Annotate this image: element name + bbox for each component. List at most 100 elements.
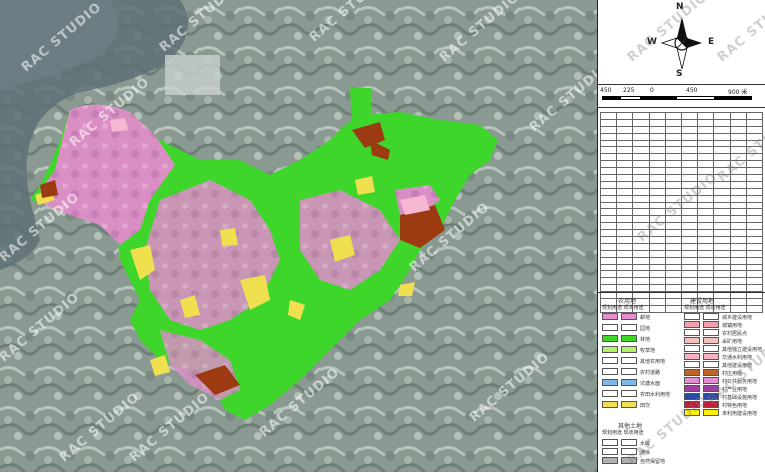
table-cell [680,160,699,169]
legend-build-item-swatch [703,313,719,320]
table-cell [713,187,731,196]
table-cell [745,125,764,134]
table-cell [713,236,731,244]
table-cell [632,132,650,141]
table-cell [616,249,634,258]
legend-build-item-swatch [703,409,719,416]
table-cell [616,270,634,279]
table-cell [680,132,699,141]
table-cell [632,201,650,210]
table-cell [713,284,731,293]
table-cell [745,112,764,120]
table-cell [632,174,650,182]
table-cell [664,174,682,182]
table-cell [648,187,666,196]
legend-agri-item-label: 耕地 [640,315,651,321]
table-row [599,180,764,189]
legend-agri-item-label: 坑塘水面 [640,381,661,387]
table-cell [632,139,650,148]
table-cell [745,236,764,244]
table-cell [599,270,618,279]
legend-build-item-swatch [684,361,700,368]
table-cell [745,201,764,210]
table-cell [713,208,731,217]
table-row [599,132,764,141]
table-cell [664,132,682,141]
table-cell [729,284,747,293]
table-cell [599,118,618,127]
table-cell [680,153,699,162]
table-cell [745,180,764,189]
legend-agri-item-swatch [602,335,618,342]
table-cell [599,194,618,203]
table-cell [745,222,764,231]
table-cell [664,167,682,176]
table-cell [599,139,618,148]
table-cell [664,249,682,258]
table-cell [697,146,715,155]
legend-agri-item-swatch [621,379,637,386]
table-cell [664,277,682,286]
scale-label-5: 900 米 [728,89,748,96]
table-row [599,174,764,182]
table-cell [745,229,764,238]
table-cell [664,284,682,293]
table-cell [599,263,618,272]
legend-agri-item-label: 田坎 [640,403,651,409]
table-cell [616,194,634,203]
northern-strip [350,88,372,128]
table-cell [632,160,650,169]
table-cell [616,146,634,155]
table-cell [664,118,682,127]
table-cell [729,194,747,203]
table-cell [632,249,650,258]
table-cell [697,208,715,217]
legend-build-item-swatch [684,337,700,344]
table-cell [713,256,731,265]
table-cell [599,208,618,217]
legend-other-item-swatch [602,439,618,446]
table-cell [697,132,715,141]
table-cell [680,256,699,265]
table-cell [599,277,618,286]
table-cell [713,139,731,148]
legend-agri-item-swatch [602,401,618,408]
compass-east-label: E [708,37,715,47]
table-cell [599,153,618,162]
legend-agri-item-label: 农田水利用地 [640,392,671,398]
legend-build-item-swatch [703,377,719,384]
table-cell [680,263,699,272]
table-cell [745,263,764,272]
legend-build-item-label: 村特色用地 [722,403,748,409]
table-cell [599,215,618,224]
legend-build-item-swatch [703,369,719,376]
table-row [599,242,764,251]
table-cell [632,215,650,224]
legend-agri-item-swatch [621,324,637,331]
table-cell [697,270,715,279]
table-cell [616,256,634,265]
table-cell [713,146,731,155]
table-cell [599,160,618,169]
table-cell [599,125,618,134]
table-cell [713,270,731,279]
table-cell [680,222,699,231]
table-cell [680,270,699,279]
legend-build-item-swatch [703,321,719,328]
table-cell [648,139,666,148]
table-cell [599,222,618,231]
table-cell [729,270,747,279]
table-cell [664,112,682,120]
table-cell [632,180,650,189]
table-cell [616,242,634,251]
table-cell [729,263,747,272]
table-cell [697,201,715,210]
table-cell [729,215,747,224]
table-cell [697,263,715,272]
table-cell [648,118,666,127]
legend-agri-item-swatch [621,313,637,320]
table-cell [648,180,666,189]
map-sheet: RAC STUDIO RAC STUDIO RAC STUDIO RAC STU… [0,0,765,472]
table-cell [616,229,634,238]
table-cell [648,112,666,120]
